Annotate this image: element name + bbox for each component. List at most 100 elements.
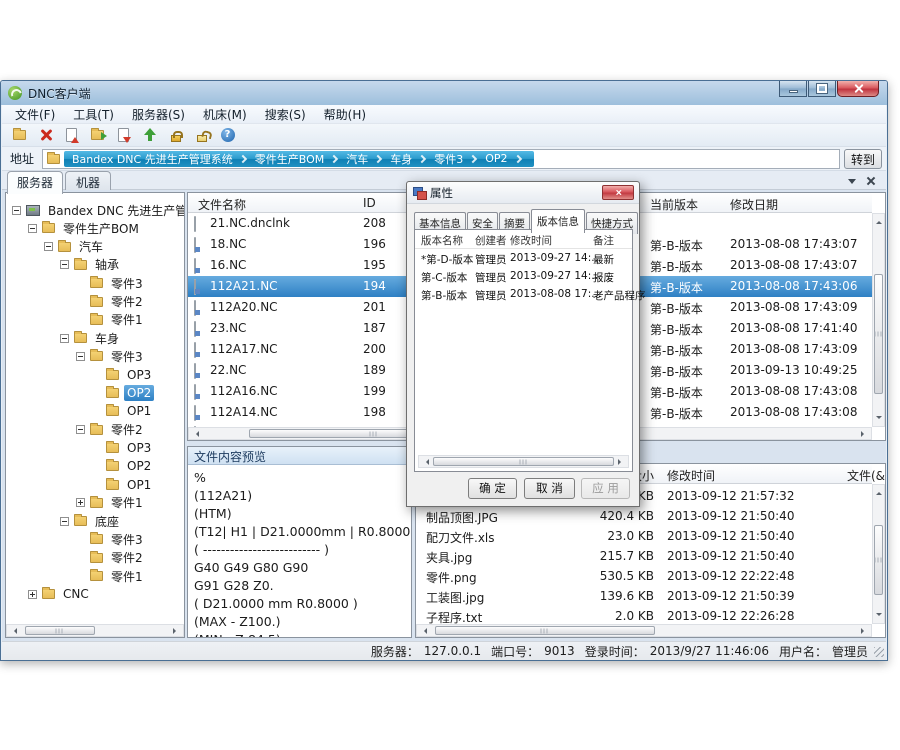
chevron-down-icon[interactable]: [848, 179, 856, 188]
version-column[interactable]: 创建者: [475, 233, 507, 248]
menu-item[interactable]: 搜索(S): [256, 104, 315, 125]
scroll-down-icon[interactable]: [876, 416, 882, 422]
dialog-title-bar[interactable]: 属性: [407, 182, 639, 204]
scroll-right-icon[interactable]: [861, 431, 867, 437]
tree-node[interactable]: OP1: [92, 402, 154, 420]
version-column[interactable]: 修改时间: [510, 233, 552, 248]
scroll-left-icon[interactable]: [423, 459, 429, 465]
tree-node[interactable]: 零件3: [76, 274, 146, 292]
menu-item[interactable]: 帮助(H): [315, 104, 375, 125]
tree-node[interactable]: 零件1: [76, 494, 146, 512]
view-tab[interactable]: 服务器: [7, 171, 63, 194]
scroll-left-icon[interactable]: [421, 628, 427, 634]
tree-node[interactable]: 零件3: [76, 530, 146, 548]
scroll-left-icon[interactable]: [193, 431, 199, 437]
scroll-down-icon[interactable]: [876, 613, 882, 619]
open-folder-icon[interactable]: [86, 125, 109, 146]
title-bar[interactable]: DNC客户端: [1, 81, 887, 105]
expand-icon[interactable]: [28, 590, 37, 599]
dialog-close-button[interactable]: [602, 185, 634, 200]
tree-node[interactable]: Bandex DNC 先进生产管理系统: [12, 201, 184, 219]
column-name[interactable]: 文件名称: [198, 196, 246, 213]
tree-node[interactable]: OP3: [92, 439, 154, 457]
column-date[interactable]: 修改日期: [730, 196, 778, 213]
tree-node[interactable]: 轴承: [60, 256, 122, 274]
cancel-button[interactable]: 取 消: [524, 478, 575, 499]
tree-node[interactable]: 零件1: [76, 311, 146, 329]
tree-node[interactable]: OP1: [92, 476, 154, 494]
scroll-right-icon[interactable]: [861, 628, 867, 634]
version-column[interactable]: 备注: [593, 233, 614, 248]
collapse-icon[interactable]: [60, 260, 69, 269]
tree-hscrollbar[interactable]: [6, 624, 184, 637]
collapse-icon[interactable]: [76, 425, 85, 434]
scroll-right-icon[interactable]: [173, 628, 179, 634]
close-button[interactable]: [837, 81, 879, 97]
column-mtime[interactable]: 修改时间: [667, 467, 715, 484]
scroll-thumb[interactable]: [25, 626, 95, 635]
file-list-vscrollbar[interactable]: [872, 213, 885, 427]
scroll-thumb[interactable]: [874, 274, 883, 394]
version-row[interactable]: 第-C-版本管理员2013-09-27 14:...报废: [415, 267, 632, 285]
menu-item[interactable]: 文件(F): [6, 104, 64, 125]
unlock-icon[interactable]: [190, 125, 213, 146]
breadcrumb-segment[interactable]: 汽车: [344, 151, 370, 167]
help-icon[interactable]: [216, 125, 239, 146]
column-id[interactable]: ID: [363, 196, 376, 210]
minimize-button[interactable]: [779, 81, 807, 97]
breadcrumb-segment[interactable]: Bandex DNC 先进生产管理系统: [70, 151, 235, 167]
tree-node[interactable]: 零件2: [76, 549, 146, 567]
resize-grip[interactable]: [874, 647, 884, 657]
breadcrumb-segment[interactable]: 车身: [388, 151, 414, 167]
collapse-icon[interactable]: [28, 224, 37, 233]
checkout-file-icon[interactable]: [112, 125, 135, 146]
attachments-hscrollbar[interactable]: [416, 624, 872, 637]
delete-icon[interactable]: [34, 125, 57, 146]
tree-node[interactable]: OP2: [92, 457, 154, 475]
scroll-up-icon[interactable]: [876, 218, 882, 224]
attachments-vscrollbar[interactable]: [872, 484, 885, 624]
upload-icon[interactable]: [138, 125, 161, 146]
ok-button[interactable]: 确 定: [468, 478, 517, 499]
attachment-row[interactable]: 夹具.jpg215.7 KB2013-09-12 21:50:40: [416, 546, 872, 566]
attachment-row[interactable]: 配刀文件.xls23.0 KB2013-09-12 21:50:40: [416, 526, 872, 546]
menu-item[interactable]: 服务器(S): [123, 104, 194, 125]
scroll-right-icon[interactable]: [618, 459, 624, 465]
breadcrumb-segment[interactable]: 零件生产BOM: [253, 151, 327, 167]
tree-node[interactable]: CNC: [28, 585, 92, 603]
tree-node[interactable]: OP3: [92, 366, 154, 384]
collapse-icon[interactable]: [60, 517, 69, 526]
tree-node[interactable]: 汽车: [44, 238, 106, 256]
close-pane-icon[interactable]: [866, 176, 876, 186]
breadcrumb-segment[interactable]: OP2: [483, 152, 509, 165]
dialog-tab[interactable]: 版本信息: [531, 209, 585, 233]
lock-icon[interactable]: [164, 125, 187, 146]
tree-node[interactable]: 零件2: [76, 293, 146, 311]
go-button[interactable]: 转到: [844, 149, 882, 169]
version-row[interactable]: 第-B-版本管理员2013-08-08 17:...老产品程序: [415, 285, 632, 303]
tree-node[interactable]: 车身: [60, 329, 122, 347]
tree-node[interactable]: OP2: [92, 384, 154, 402]
attachment-row[interactable]: 工装图.jpg139.6 KB2013-09-12 21:50:39: [416, 586, 872, 606]
checkin-file-icon[interactable]: [60, 125, 83, 146]
scroll-left-icon[interactable]: [11, 628, 17, 634]
tree-node[interactable]: 底座: [60, 512, 122, 530]
folder-icon[interactable]: [8, 125, 31, 146]
tree-node[interactable]: 零件2: [76, 421, 146, 439]
attachment-row[interactable]: 子程序.txt2.0 KB2013-09-12 22:26:28: [416, 606, 872, 624]
scroll-thumb[interactable]: [874, 525, 883, 595]
menu-item[interactable]: 工具(T): [64, 104, 123, 125]
expand-icon[interactable]: [76, 498, 85, 507]
dialog-hscrollbar[interactable]: [418, 455, 629, 468]
breadcrumb-segment[interactable]: 零件3: [432, 151, 465, 167]
collapse-icon[interactable]: [60, 334, 69, 343]
collapse-icon[interactable]: [76, 352, 85, 361]
version-column[interactable]: 版本名称: [421, 233, 463, 248]
menu-item[interactable]: 机床(M): [194, 104, 256, 125]
scroll-up-icon[interactable]: [876, 489, 882, 495]
scroll-thumb[interactable]: [435, 626, 655, 635]
version-table-header[interactable]: 版本名称创建者修改时间 备注: [415, 230, 632, 249]
tree-node[interactable]: 零件3: [76, 347, 146, 365]
collapse-icon[interactable]: [44, 242, 53, 251]
column-file[interactable]: 文件(&I: [847, 467, 886, 484]
